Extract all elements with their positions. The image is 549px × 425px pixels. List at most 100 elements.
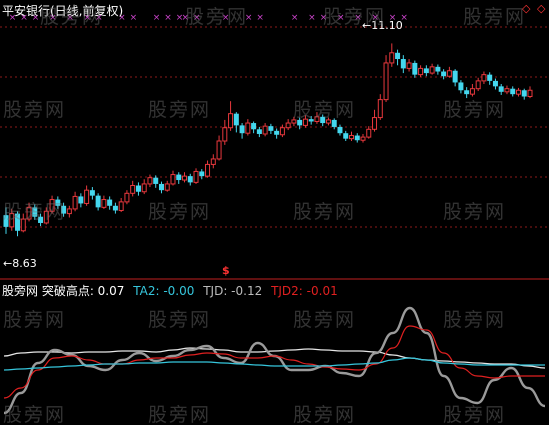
candle-body — [348, 135, 354, 140]
indicator-lines — [3, 306, 546, 415]
diamond-icon[interactable]: ◇ — [522, 2, 530, 15]
candle-body — [130, 184, 136, 194]
candle-body — [337, 126, 343, 134]
candle-body — [406, 62, 412, 69]
candle-body — [55, 199, 61, 206]
candle-body — [228, 113, 234, 129]
candle-body — [210, 158, 216, 165]
indicator-line-gray — [3, 306, 546, 415]
candle-body — [72, 195, 78, 210]
indicator-header: 股旁网 突破高点: 0.07 TA2: -0.00 TJD: -0.12 TJD… — [2, 282, 343, 299]
candle-body — [222, 127, 228, 142]
signal-marker: × — [256, 13, 264, 23]
low-value: 8.63 — [12, 257, 37, 270]
diamond-icon-2[interactable]: ◇ — [537, 2, 545, 15]
arrow-icon: ← — [362, 19, 372, 32]
candle-body — [314, 116, 320, 122]
signal-marker: × — [291, 13, 299, 23]
candle-body — [176, 174, 182, 181]
candle-body — [153, 177, 159, 184]
candle-body — [66, 208, 72, 215]
high-value: 11.10 — [371, 19, 403, 32]
dollar-marker: $ — [222, 264, 230, 277]
signal-marker: × — [130, 13, 138, 23]
candle-body — [446, 70, 452, 77]
candle-body — [274, 130, 280, 135]
candle-body — [412, 62, 418, 75]
candle-body — [20, 218, 26, 232]
low-price-label: ←8.63 — [3, 257, 37, 270]
candle-body — [158, 183, 164, 191]
candle-body — [492, 80, 498, 87]
candle-body — [435, 66, 441, 72]
signal-marker: × — [308, 13, 316, 23]
candle-body — [124, 192, 130, 203]
candle-body — [187, 176, 193, 183]
candle-body — [458, 82, 464, 91]
tjd2-value: TJD2: -0.01 — [271, 284, 338, 298]
candle-body — [372, 117, 378, 130]
candle-body — [389, 52, 395, 64]
candle-body — [9, 213, 15, 228]
candle-body — [475, 80, 481, 90]
candle-body — [354, 135, 360, 141]
candle-body — [481, 74, 487, 82]
candle-body — [395, 52, 401, 60]
candle-body — [268, 126, 274, 131]
candle-body — [164, 183, 170, 191]
candle-body — [521, 90, 527, 97]
candle-body — [308, 119, 314, 122]
candle-body — [302, 118, 308, 126]
candle-body — [26, 206, 32, 220]
candle-body — [320, 116, 326, 124]
arrow-icon: ← — [3, 257, 13, 270]
candle-body — [262, 125, 268, 135]
candle-body — [343, 133, 349, 139]
candle-body — [147, 177, 153, 185]
candle-body — [233, 113, 239, 126]
signal-marker: × — [164, 13, 172, 23]
signal-marker: × — [153, 13, 161, 23]
candle-body — [251, 123, 257, 130]
candle-body — [101, 199, 107, 208]
candle-body — [78, 196, 84, 204]
signal-marker: × — [193, 13, 201, 23]
candle-body — [400, 59, 406, 69]
chart-title: 平安银行(日线,前复权) — [2, 4, 124, 18]
candle-body — [245, 122, 251, 134]
signal-marker: × — [182, 13, 190, 23]
candle-body — [429, 66, 435, 74]
candle-body — [487, 74, 493, 81]
candle-body — [504, 88, 510, 93]
candle-body — [383, 62, 389, 101]
candle-body — [366, 128, 372, 138]
candle-body — [49, 199, 55, 212]
candle-body — [84, 189, 90, 204]
signal-marker: × — [320, 13, 328, 23]
signal-marker: × — [245, 13, 253, 23]
candle-body — [279, 127, 285, 136]
candle-body — [3, 215, 9, 227]
candle-body — [89, 190, 95, 196]
candle-body — [527, 89, 533, 98]
candle-body — [498, 86, 504, 92]
candle-body — [15, 213, 21, 231]
ta2-value: TA2: -0.00 — [133, 284, 195, 298]
candle-body — [239, 125, 245, 134]
signal-marker: × — [337, 13, 345, 23]
candle-body — [141, 183, 147, 193]
price-gridlines — [0, 26, 549, 280]
candle-body — [331, 119, 337, 127]
chart-window: { "header": { "title": "平安银行(日线,前复权)", "… — [0, 0, 549, 425]
candle-body — [43, 210, 49, 224]
candle-body — [452, 70, 458, 83]
candle-body — [95, 195, 101, 208]
candle-body — [193, 170, 199, 183]
candle-body — [291, 119, 297, 124]
candle-body — [423, 68, 429, 74]
candle-body — [256, 129, 262, 134]
indicator-name: 股旁网 突破高点: 0.07 — [2, 284, 125, 298]
candle-body — [182, 175, 188, 181]
signal-marker: × — [354, 13, 362, 23]
candle-body — [285, 122, 291, 129]
